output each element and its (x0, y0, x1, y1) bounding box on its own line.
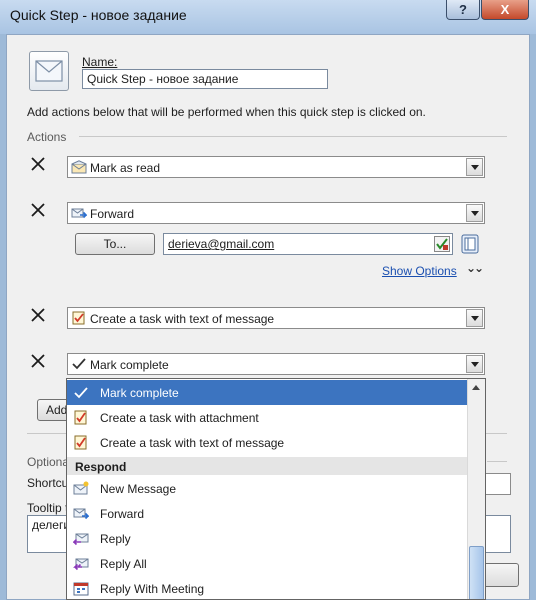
name-label: Name: (82, 55, 118, 69)
help-button[interactable]: ? (446, 0, 480, 20)
action-1-select[interactable]: Mark as read (67, 156, 485, 178)
dropdown-item-label: Forward (100, 507, 145, 521)
dropdown-group-header: Respond (67, 457, 467, 475)
action-4-label: Mark complete (90, 358, 169, 372)
reply-all-icon (73, 558, 89, 571)
scrollbar-thumb[interactable] (469, 546, 484, 599)
tooltip-label: Tooltip t (27, 501, 69, 515)
action-2-label: Forward (90, 207, 135, 221)
reply-icon (73, 533, 89, 546)
checkmark-icon (74, 387, 88, 399)
optional-divider (487, 461, 507, 462)
to-button[interactable]: To... (75, 233, 155, 255)
envelope-open-icon (71, 160, 87, 174)
new-message-icon (73, 481, 89, 495)
action-3-dropdown-arrow[interactable] (466, 309, 483, 327)
dropdown-item-label: Reply All (100, 557, 147, 571)
envelope-icon (35, 60, 63, 82)
dropdown-item-forward[interactable]: Forward (67, 501, 467, 526)
action-4-dropdown-arrow[interactable] (466, 355, 483, 373)
shortcut-select[interactable] (485, 473, 511, 495)
forward-icon (71, 208, 87, 219)
task-icon (74, 435, 87, 450)
shortcut-label: Shortcu (27, 476, 69, 490)
dropdown-item-label: Create a task with attachment (100, 411, 259, 425)
action-4-select[interactable]: Mark complete (67, 353, 485, 375)
dropdown-item-task-text[interactable]: Create a task with text of message (67, 430, 467, 455)
window-title: Quick Step - новое задание (10, 7, 187, 23)
dropdown-item-label: Mark complete (100, 386, 179, 400)
action-2-dropdown-arrow[interactable] (466, 204, 483, 222)
action-2-select[interactable]: Forward (67, 202, 485, 224)
action-dropdown-list[interactable]: Mark complete Create a task with attachm… (66, 378, 486, 600)
title-bar: Quick Step - новое задание ? X (0, 0, 536, 34)
close-icon: X (500, 2, 510, 17)
address-book-icon[interactable] (461, 234, 479, 254)
close-button[interactable]: X (481, 0, 529, 20)
action-1-label: Mark as read (90, 161, 161, 175)
help-icon: ? (459, 2, 467, 17)
dropdown-item-label: Reply With Meeting (100, 582, 205, 596)
actions-divider (79, 136, 507, 137)
dropdown-item-label: Create a task with text of message (100, 436, 285, 450)
action-1-dropdown-arrow[interactable] (466, 158, 483, 176)
actions-label: Actions (27, 130, 67, 144)
remove-action-1-icon[interactable] (29, 155, 47, 173)
task-icon (72, 311, 85, 325)
scroll-up-arrow-icon[interactable] (468, 379, 485, 396)
dropdown-scrollbar[interactable] (467, 379, 485, 599)
dropdown-item-reply[interactable]: Reply (67, 526, 467, 551)
action-3-select[interactable]: Create a task with text of message (67, 307, 485, 329)
forward-icon (73, 508, 89, 520)
dropdown-item-reply-with-meeting[interactable]: Reply With Meeting (67, 576, 467, 599)
show-options-link[interactable]: Show Options (382, 264, 457, 278)
name-input[interactable]: Quick Step - новое задание (82, 69, 328, 89)
dropdown-item-mark-complete[interactable]: Mark complete (67, 380, 467, 405)
dropdown-item-task-attachment[interactable]: Create a task with attachment (67, 405, 467, 430)
to-button-label: To... (103, 237, 127, 251)
dropdown-item-reply-all[interactable]: Reply All (67, 551, 467, 576)
dropdown-item-label: Reply (100, 532, 131, 546)
quick-step-icon-button[interactable] (29, 51, 69, 91)
recipient-email: derieva@gmail.com (168, 237, 275, 251)
optional-label: Optiona (27, 455, 70, 469)
remove-action-3-icon[interactable] (29, 306, 47, 324)
check-names-icon[interactable] (434, 236, 450, 252)
meeting-icon (73, 582, 89, 596)
to-recipient-input[interactable]: derieva@gmail.com (163, 233, 453, 255)
remove-action-4-icon[interactable] (29, 352, 47, 370)
dropdown-item-new-message[interactable]: New Message (67, 476, 467, 501)
task-icon (74, 410, 87, 425)
chevron-down-icon[interactable]: ⌄⌄ (466, 261, 484, 275)
checkmark-icon (72, 358, 86, 370)
instructions-text: Add actions below that will be performed… (27, 105, 426, 119)
remove-action-2-icon[interactable] (29, 201, 47, 219)
dropdown-item-label: New Message (100, 482, 177, 496)
action-3-label: Create a task with text of message (90, 312, 275, 326)
